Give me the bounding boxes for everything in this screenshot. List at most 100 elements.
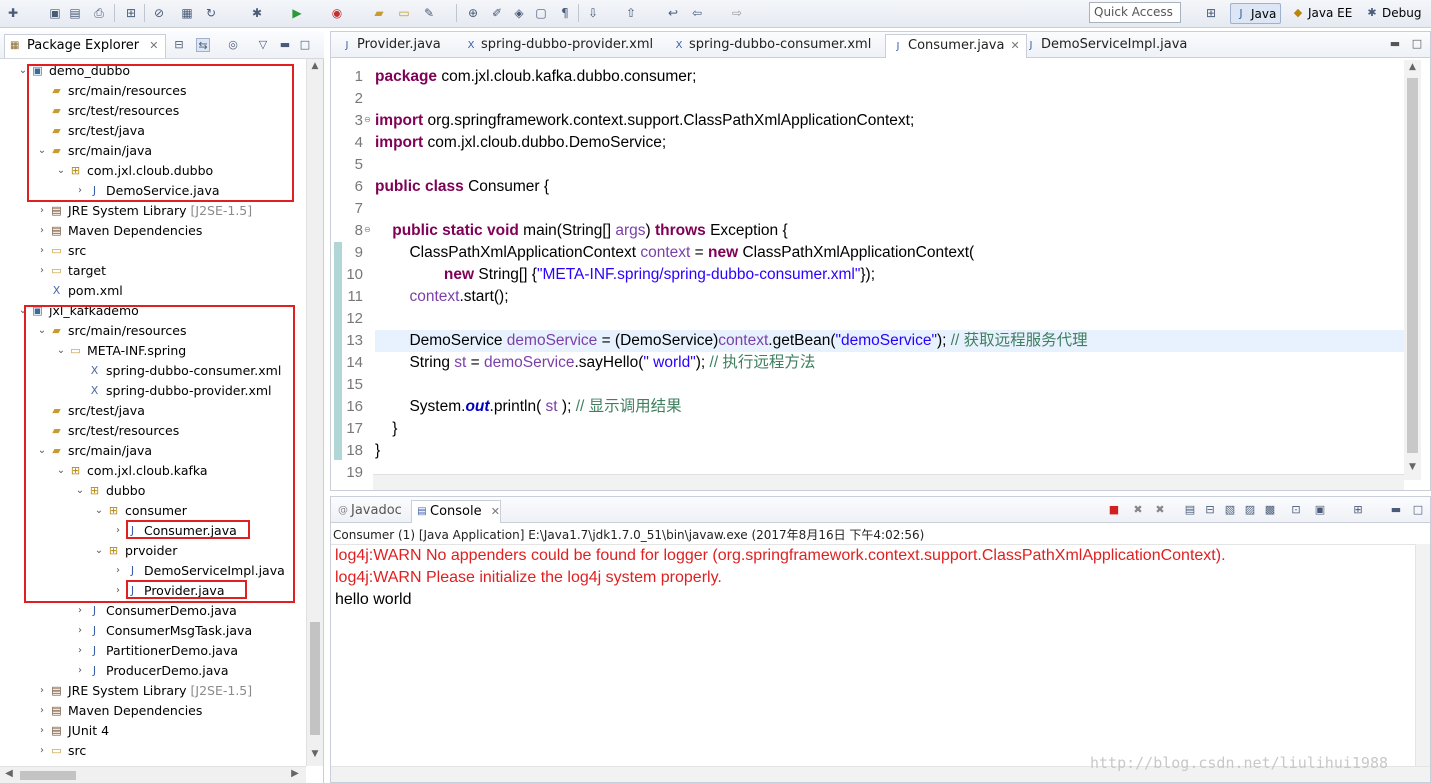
maximize-icon[interactable]: □ bbox=[1411, 503, 1425, 517]
toggle-mark-icon[interactable]: ◈ bbox=[510, 4, 528, 22]
chevron-right-icon[interactable]: › bbox=[74, 621, 86, 641]
tree-item[interactable]: Xspring-dubbo-provider.xml bbox=[0, 381, 306, 401]
editor-tab[interactable]: J Consumer.java ✕ bbox=[885, 34, 1027, 58]
tree-item[interactable]: ⌄ ▰ src/main/resources bbox=[0, 321, 306, 341]
focus-icon[interactable]: ◎ bbox=[226, 38, 240, 52]
tab-javadoc[interactable]: @ Javadoc bbox=[333, 500, 402, 523]
tree-item[interactable]: ⌄ ▣ jxl_kafkademo bbox=[0, 301, 306, 321]
scroll-up-icon[interactable]: ▲ bbox=[1404, 62, 1421, 72]
tree-item[interactable]: ⌄ ▣ demo_dubbo bbox=[0, 61, 306, 81]
open-console-icon[interactable]: ⊞ bbox=[1351, 503, 1365, 517]
show-on-stderr-icon[interactable]: ▩ bbox=[1263, 503, 1277, 517]
tree-item[interactable]: › J ProducerDemo.java bbox=[0, 661, 306, 681]
quick-access-input[interactable]: Quick Access bbox=[1089, 2, 1181, 23]
clear-console-icon[interactable]: ▤ bbox=[1183, 503, 1197, 517]
fold-icon[interactable]: ⊖ bbox=[364, 225, 372, 234]
chevron-down-icon[interactable]: ⌄ bbox=[55, 461, 67, 481]
scroll-right-icon[interactable]: ▶ bbox=[288, 768, 302, 779]
fold-icon[interactable]: ⊖ bbox=[364, 115, 372, 124]
tree-item[interactable]: ⌄ ⊞ prvoider bbox=[0, 541, 306, 561]
scroll-up-icon[interactable]: ▲ bbox=[307, 61, 323, 75]
chevron-right-icon[interactable]: › bbox=[36, 681, 48, 701]
scroll-down-icon[interactable]: ▼ bbox=[307, 749, 323, 763]
tree-item[interactable]: ▰ src/test/java bbox=[0, 401, 306, 421]
last-edit-icon[interactable]: ↩ bbox=[664, 4, 682, 22]
chevron-down-icon[interactable]: ⌄ bbox=[74, 481, 86, 501]
run-icon[interactable]: ▶ bbox=[288, 4, 306, 22]
editor-tab[interactable]: Xspring-dubbo-consumer.xml bbox=[667, 34, 872, 58]
refresh-icon[interactable]: ↻ bbox=[202, 4, 220, 22]
back-icon[interactable]: ⇦ bbox=[688, 4, 706, 22]
edit-icon[interactable]: ✐ bbox=[488, 4, 506, 22]
scroll-left-icon[interactable]: ◀ bbox=[2, 768, 16, 779]
tree-item[interactable]: › J Provider.java bbox=[0, 581, 306, 601]
tree-item[interactable]: › J DemoServiceImpl.java bbox=[0, 561, 306, 581]
save-all-icon[interactable]: ▤ bbox=[66, 4, 84, 22]
tree-item[interactable]: › ▭ src bbox=[0, 741, 306, 761]
minimize-icon[interactable]: ▬ bbox=[1389, 503, 1403, 517]
chevron-right-icon[interactable]: › bbox=[36, 741, 48, 761]
chevron-down-icon[interactable]: ⌄ bbox=[93, 541, 105, 561]
tab-console[interactable]: ▤ Console ✕ bbox=[411, 500, 501, 523]
tree-item[interactable]: › ▤ JRE System Library [J2SE-1.5] bbox=[0, 681, 306, 701]
chevron-right-icon[interactable]: › bbox=[36, 241, 48, 261]
tree-item[interactable]: ▰ src/main/resources bbox=[0, 81, 306, 101]
previous-annotation-icon[interactable]: ⇧ bbox=[622, 4, 640, 22]
chevron-down-icon[interactable]: ⌄ bbox=[17, 301, 29, 321]
pin-console-icon[interactable]: ⊡ bbox=[1289, 503, 1303, 517]
tree-item[interactable]: ▰ src/test/java bbox=[0, 121, 306, 141]
maximize-icon[interactable]: □ bbox=[1411, 38, 1423, 50]
chevron-down-icon[interactable]: ⌄ bbox=[55, 161, 67, 181]
tree-item[interactable]: › J PartitionerDemo.java bbox=[0, 641, 306, 661]
explorer-horizontal-scrollbar[interactable]: ◀ ▶ bbox=[0, 766, 306, 783]
editor-tab[interactable]: Xspring-dubbo-provider.xml bbox=[459, 34, 654, 58]
scroll-thumb[interactable] bbox=[20, 771, 76, 780]
editor-vertical-scrollbar[interactable]: ▲ ▼ bbox=[1404, 60, 1421, 480]
editor-tab[interactable]: J DemoServiceImpl.java bbox=[1019, 34, 1188, 58]
chevron-down-icon[interactable]: ⌄ bbox=[93, 501, 105, 521]
chevron-right-icon[interactable]: › bbox=[74, 601, 86, 621]
remove-all-terminated-icon[interactable]: ✖ bbox=[1153, 503, 1167, 517]
external-tools-icon[interactable]: ◉ bbox=[328, 4, 346, 22]
editor-tab[interactable]: J Provider.java bbox=[335, 34, 441, 58]
new-java-project-icon[interactable]: ▰ bbox=[370, 4, 388, 22]
close-icon[interactable]: ✕ bbox=[491, 505, 500, 518]
tree-item[interactable]: ⌄ ⊞ consumer bbox=[0, 501, 306, 521]
scroll-lock-icon[interactable]: ⊟ bbox=[1203, 503, 1217, 517]
tree-item[interactable]: › ▤ Maven Dependencies bbox=[0, 221, 306, 241]
tree-item[interactable]: Xspring-dubbo-consumer.xml bbox=[0, 361, 306, 381]
display-console-icon[interactable]: ▣ bbox=[1313, 503, 1327, 517]
tree-item[interactable]: › J DemoService.java bbox=[0, 181, 306, 201]
console-vertical-scrollbar[interactable] bbox=[1415, 544, 1430, 766]
binary-icon[interactable]: ⊞ bbox=[122, 4, 140, 22]
view-menu-icon[interactable]: ▽ bbox=[256, 38, 270, 52]
chevron-down-icon[interactable]: ⌄ bbox=[36, 441, 48, 461]
chevron-down-icon[interactable]: ⌄ bbox=[17, 61, 29, 81]
open-type-icon[interactable]: ⊕ bbox=[464, 4, 482, 22]
tree-item[interactable]: ⌄ ▭ META-INF.spring bbox=[0, 341, 306, 361]
tree-item[interactable]: › ▤ JUnit 4 bbox=[0, 721, 306, 741]
scroll-thumb[interactable] bbox=[310, 622, 320, 735]
chevron-right-icon[interactable]: › bbox=[112, 581, 124, 601]
tree-item[interactable]: ⌄ ⊞ com.jxl.cloub.kafka bbox=[0, 461, 306, 481]
word-wrap-icon[interactable]: ▧ bbox=[1223, 503, 1237, 517]
chevron-right-icon[interactable]: › bbox=[112, 561, 124, 581]
chevron-right-icon[interactable]: › bbox=[36, 701, 48, 721]
chevron-right-icon[interactable]: › bbox=[36, 201, 48, 221]
build-icon[interactable]: ▦ bbox=[178, 4, 196, 22]
tab-package-explorer[interactable]: ▦ Package Explorer ✕ bbox=[4, 34, 166, 58]
scroll-down-icon[interactable]: ▼ bbox=[1404, 462, 1421, 472]
show-on-stdout-icon[interactable]: ▨ bbox=[1243, 503, 1257, 517]
minimize-icon[interactable]: ▬ bbox=[1389, 38, 1401, 50]
new-icon[interactable]: ✚ bbox=[4, 4, 22, 22]
chevron-right-icon[interactable]: › bbox=[112, 521, 124, 541]
scroll-thumb[interactable] bbox=[1407, 78, 1418, 453]
code-area[interactable]: package com.jxl.cloub.kafka.dubbo.consum… bbox=[375, 60, 1404, 470]
explorer-vertical-scrollbar[interactable]: ▲ ▼ bbox=[306, 59, 323, 766]
collapse-all-icon[interactable]: ⊟ bbox=[172, 38, 186, 52]
toggle-block-icon[interactable]: ▢ bbox=[532, 4, 550, 22]
chevron-right-icon[interactable]: › bbox=[36, 721, 48, 741]
tree-item[interactable]: › ▤ Maven Dependencies bbox=[0, 701, 306, 721]
tree-item[interactable]: Xpom.xml bbox=[0, 281, 306, 301]
tree-item[interactable]: › ▭ src bbox=[0, 241, 306, 261]
